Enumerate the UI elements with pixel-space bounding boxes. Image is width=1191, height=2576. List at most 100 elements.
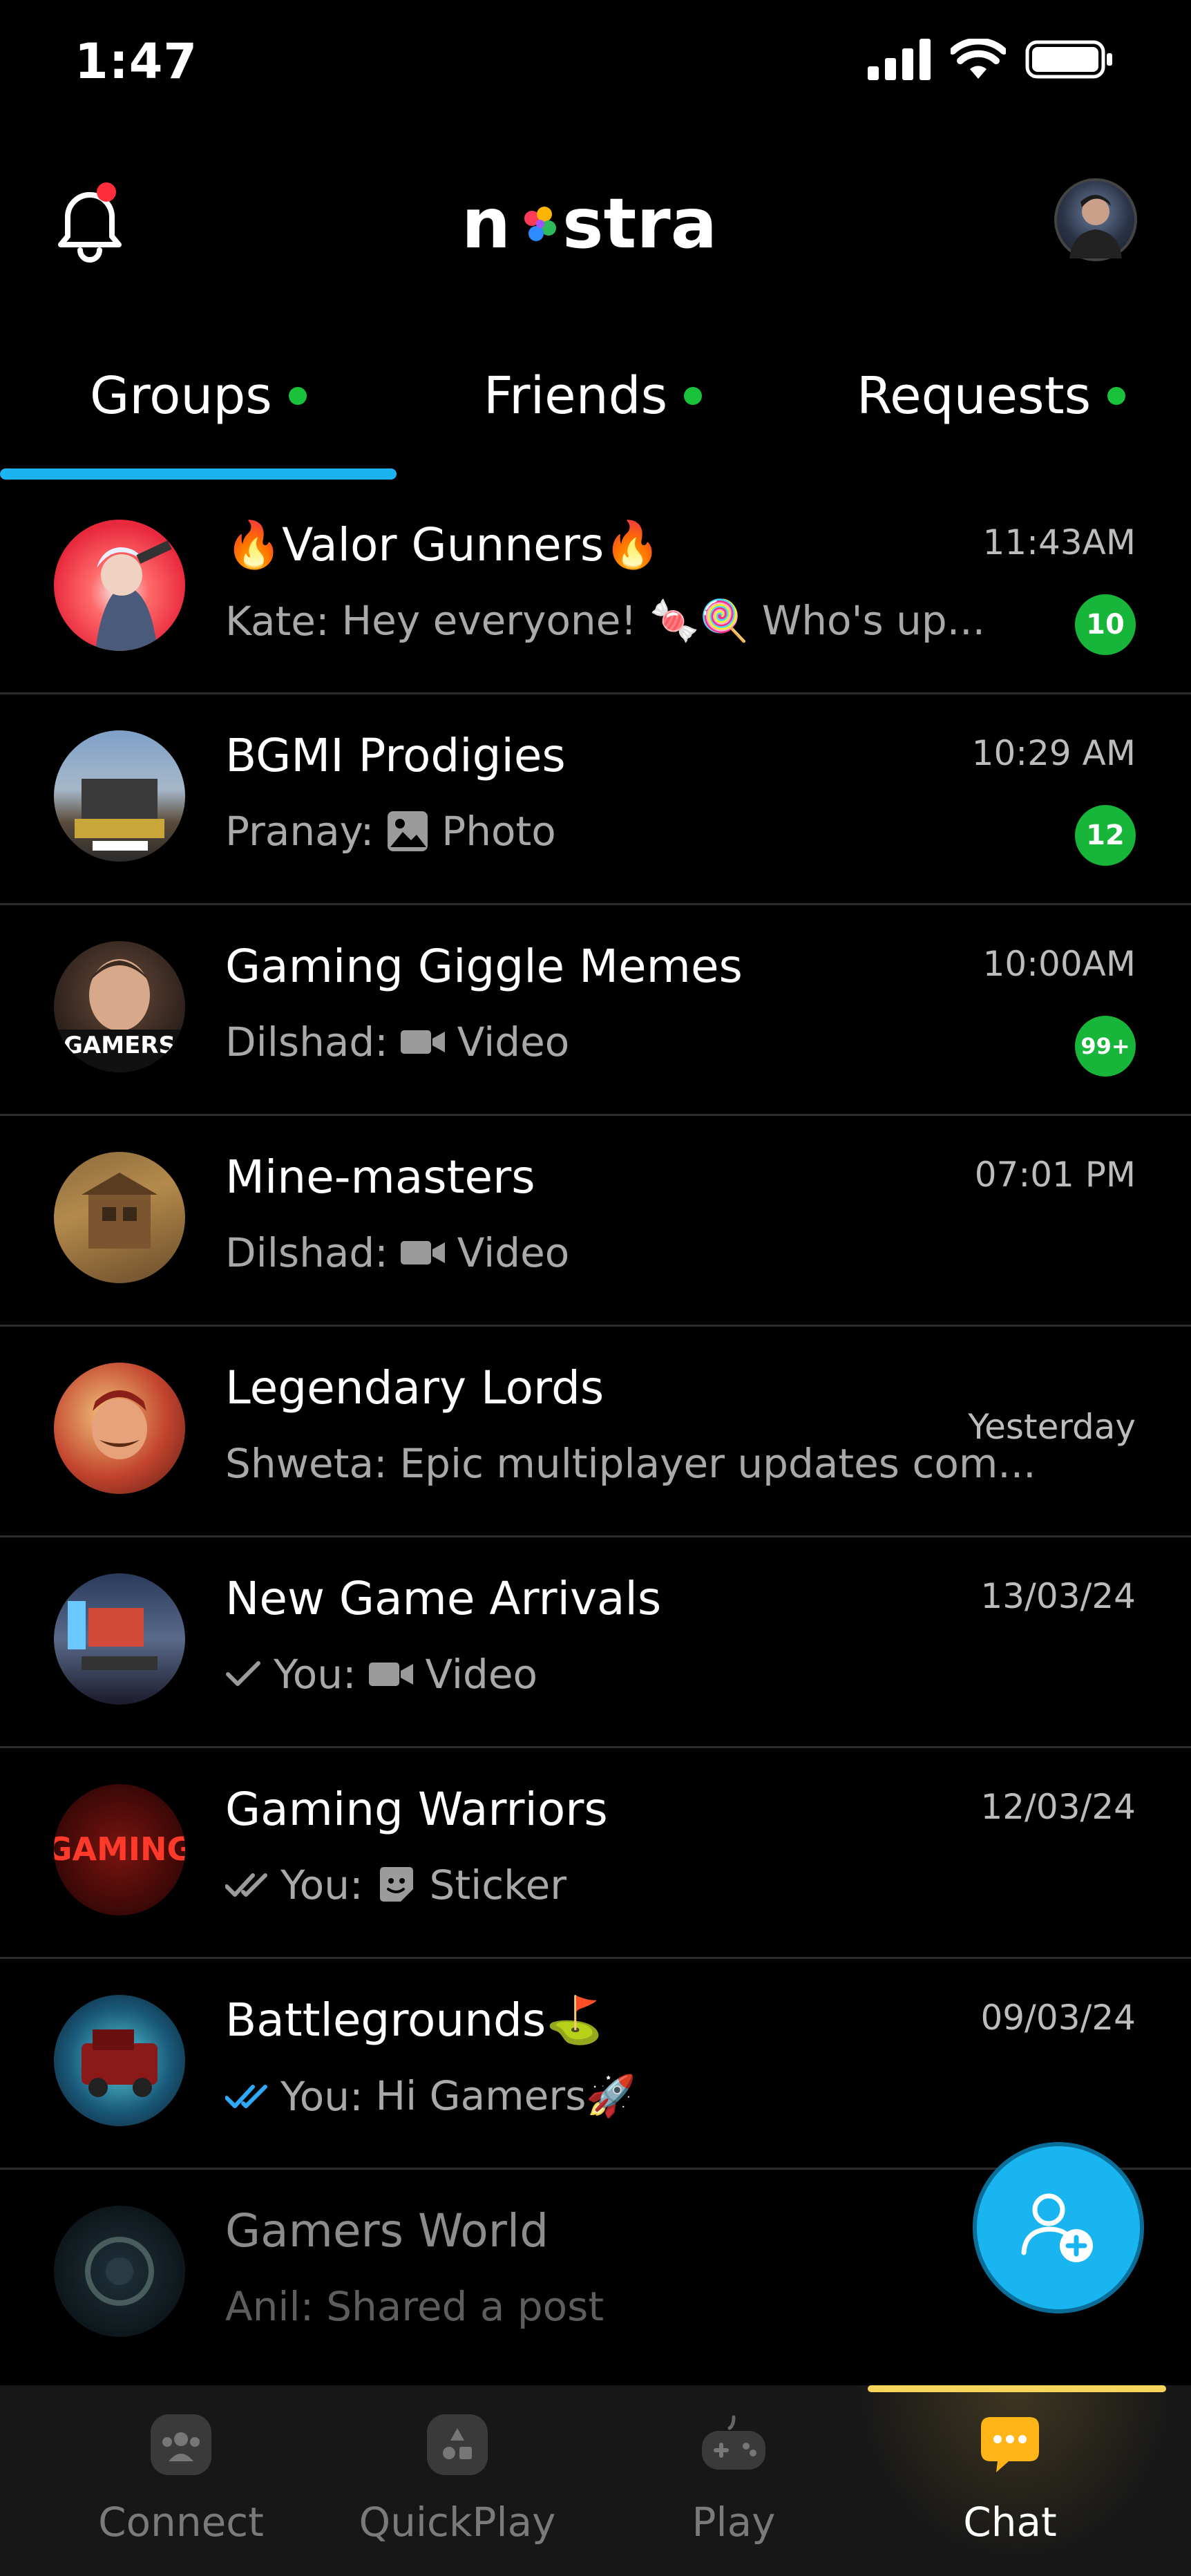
gamepad-icon — [702, 2415, 765, 2470]
chat-preview: You: Sticker — [225, 1862, 566, 1909]
unread-badge: 10 — [1075, 594, 1136, 655]
video-icon — [400, 1030, 445, 1054]
chat-tabs: Groups Friends Requests — [0, 345, 1191, 484]
chat-message: Shared a post — [326, 2283, 604, 2330]
chat-preview: Anil: Shared a post — [225, 2283, 604, 2330]
group-avatar: GAMING — [54, 1784, 185, 1915]
nav-chat[interactable]: Chat — [872, 2413, 1148, 2546]
double-check-blue-icon — [225, 2084, 267, 2108]
chat-time: 11:43AM — [982, 522, 1136, 562]
svg-text:n: n — [461, 187, 511, 263]
video-icon — [400, 1241, 445, 1265]
chat-name: New Game Arrivals — [225, 1572, 662, 1625]
profile-avatar[interactable] — [1054, 178, 1137, 261]
chat-name: Battlegrounds⛳ — [225, 1993, 603, 2047]
group-avatar — [54, 1995, 185, 2126]
chat-preview: Dilshad: Video — [225, 1019, 569, 1066]
chat-sender: Kate: — [225, 597, 330, 645]
status-dot — [1107, 387, 1126, 405]
video-icon — [368, 1663, 413, 1686]
chat-message: Sticker — [429, 1862, 567, 1909]
chat-bubble-icon — [981, 2417, 1039, 2472]
add-group-icon — [1021, 2193, 1093, 2262]
chat-message: Epic multiplayer updates com... — [399, 1440, 1036, 1487]
active-nav-indicator — [868, 2385, 1166, 2392]
chat-message: Video — [457, 1019, 570, 1066]
chat-name: Gaming Giggle Memes — [225, 940, 743, 993]
group-avatar — [54, 2206, 185, 2337]
chat-time: 12/03/24 — [980, 1787, 1136, 1827]
chat-row[interactable]: 🔥Valor Gunners🔥 Kate: Hey everyone! 🍬🍭 W… — [0, 484, 1191, 694]
sticker-icon — [379, 1867, 413, 1902]
battery-icon — [1025, 40, 1112, 79]
group-avatar: GAMERS — [54, 941, 185, 1072]
chat-row[interactable]: GAMING Gaming Warriors You: Sticker 12/0… — [0, 1748, 1191, 1959]
nav-quickplay[interactable]: QuickPlay — [319, 2413, 596, 2546]
chat-time: 10:29 AM — [971, 733, 1136, 773]
signal-icon — [868, 39, 931, 80]
bottom-nav: Connect QuickPlay Play Chat — [0, 2385, 1191, 2576]
status-dot — [684, 387, 703, 405]
chat-row[interactable]: Legendary Lords Shweta: Epic multiplayer… — [0, 1327, 1191, 1537]
status-dot — [288, 387, 307, 405]
chat-time: Yesterday — [968, 1407, 1136, 1447]
chat-time: 13/03/24 — [980, 1576, 1136, 1616]
status-icons — [868, 39, 1115, 80]
chat-message: Video — [457, 1229, 570, 1276]
chat-name: Legendary Lords — [225, 1361, 604, 1414]
quickplay-icon — [427, 2414, 488, 2475]
chat-sender: Anil: — [225, 2283, 314, 2330]
tab-friends[interactable]: Friends — [484, 366, 703, 426]
nav-label: Connect — [98, 2499, 264, 2546]
svg-text:stra: stra — [562, 187, 717, 263]
nav-play[interactable]: Play — [596, 2413, 872, 2546]
group-avatar — [54, 1573, 185, 1705]
chat-sender: You: — [280, 1862, 363, 1909]
double-check-icon — [225, 1873, 267, 1897]
chat-sender: Dilshad: — [225, 1229, 388, 1276]
chat-name: Gaming Warriors — [225, 1783, 608, 1836]
tab-friends-label: Friends — [484, 366, 668, 426]
chat-name: Gamers World — [225, 2204, 549, 2257]
notification-bell-icon[interactable] — [54, 180, 126, 263]
chat-row[interactable]: New Game Arrivals You: Video 13/03/24 — [0, 1537, 1191, 1748]
status-time: 1:47 — [75, 33, 198, 90]
chat-row[interactable]: Battlegrounds⛳ You: Hi Gamers🚀 09/03/24 — [0, 1959, 1191, 2170]
app-logo: n stra — [461, 183, 731, 264]
tab-requests[interactable]: Requests — [857, 366, 1126, 426]
chat-sender: Shweta: — [225, 1440, 388, 1487]
chat-row[interactable]: Mine-masters Dilshad: Video 07:01 PM — [0, 1116, 1191, 1327]
chat-row[interactable]: GAMERS Gaming Giggle Memes Dilshad: Vide… — [0, 905, 1191, 1116]
chat-sender: Pranay: — [225, 808, 374, 855]
chat-message: Photo — [441, 808, 556, 855]
chat-preview: Dilshad: Video — [225, 1229, 569, 1276]
chat-preview: Pranay: Photo — [225, 808, 556, 855]
wifi-icon — [951, 39, 1006, 79]
single-check-icon — [226, 1661, 260, 1686]
chat-name: 🔥Valor Gunners🔥 — [225, 518, 661, 571]
chat-sender: You: — [274, 1651, 356, 1698]
group-avatar — [54, 1152, 185, 1283]
chat-preview: Shweta: Epic multiplayer updates com... — [225, 1440, 1036, 1487]
chat-preview: You: Video — [225, 1651, 537, 1698]
chat-time: 10:00AM — [982, 944, 1136, 984]
svg-text:GAMING: GAMING — [54, 1830, 185, 1868]
chat-sender: You: — [280, 2072, 363, 2120]
nav-connect[interactable]: Connect — [43, 2413, 319, 2546]
nav-label: QuickPlay — [359, 2499, 556, 2546]
chat-message: Hey everyone! 🍬🍭 Who's up... — [341, 597, 986, 644]
chat-name: BGMI Prodigies — [225, 729, 566, 782]
status-bar: 1:47 — [0, 0, 1191, 131]
chat-sender: Dilshad: — [225, 1019, 388, 1066]
chat-time: 09/03/24 — [980, 1998, 1136, 2038]
add-group-button[interactable] — [977, 2146, 1140, 2309]
group-avatar — [54, 520, 185, 651]
tab-requests-label: Requests — [857, 366, 1092, 426]
tab-groups[interactable]: Groups — [90, 366, 307, 426]
group-avatar — [54, 1363, 185, 1494]
app-header: n stra — [0, 159, 1191, 283]
people-icon — [151, 2414, 211, 2475]
chat-row[interactable]: BGMI Prodigies Pranay: Photo 10:29 AM 12 — [0, 694, 1191, 905]
tab-groups-label: Groups — [90, 366, 272, 426]
unread-badge: 99+ — [1075, 1016, 1136, 1077]
